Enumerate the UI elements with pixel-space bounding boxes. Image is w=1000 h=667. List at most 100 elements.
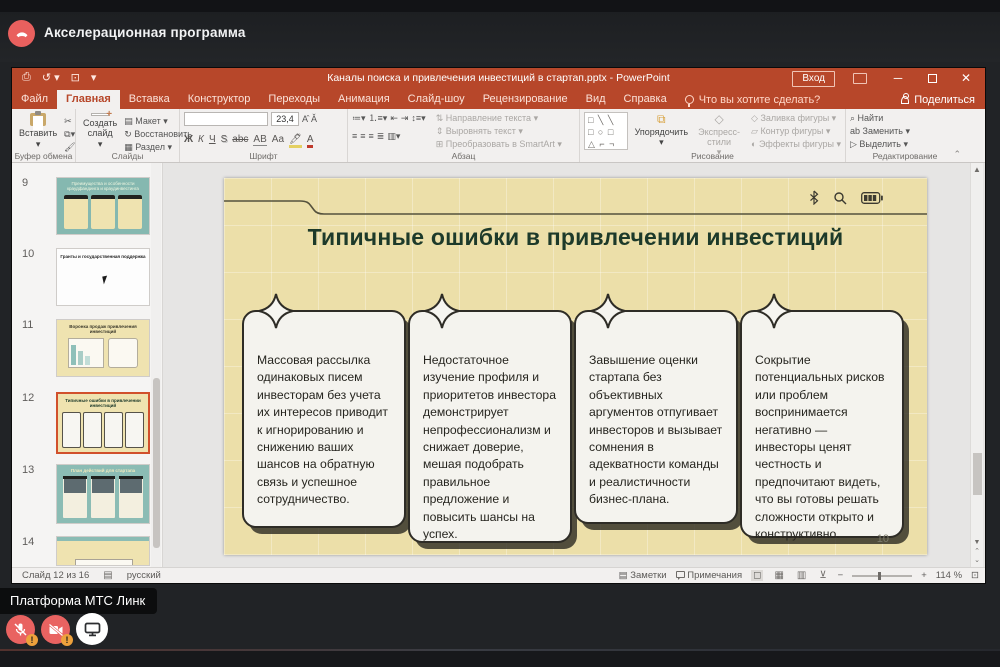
paragraph-group-label: Абзац xyxy=(348,151,579,161)
thumb-number: 10 xyxy=(22,248,34,260)
fit-to-window-icon[interactable]: ⊡ xyxy=(971,570,979,581)
sign-in-button[interactable]: Вход xyxy=(792,71,835,87)
bold-button[interactable]: Ж xyxy=(184,134,193,145)
tab-design[interactable]: Конструктор xyxy=(179,90,260,109)
next-slide-icon[interactable]: ⌄ xyxy=(971,556,983,565)
italic-button[interactable]: К xyxy=(198,134,204,145)
tab-view[interactable]: Вид xyxy=(577,90,615,109)
find-button[interactable]: ⌕ Найти xyxy=(850,112,910,124)
replace-button[interactable]: ab Заменить ▾ xyxy=(850,125,910,137)
scrollbar-thumb[interactable] xyxy=(973,453,982,495)
slide-sorter-view-icon[interactable]: ▦ xyxy=(772,570,785,581)
card-text: Завышение оценки стартапа без объективны… xyxy=(589,353,722,506)
thumbnail-slide-12-selected[interactable]: Типичные ошибки в привлечении инвестиций xyxy=(56,392,150,454)
ribbon-display-options-icon[interactable] xyxy=(853,73,867,84)
microphone-muted-button[interactable]: ! xyxy=(6,615,35,644)
zoom-out-icon[interactable]: − xyxy=(838,570,844,581)
workspace: Типичные ошибки в привлечении инвестиций… xyxy=(163,163,985,567)
change-case-button[interactable]: Аа xyxy=(272,134,284,145)
tab-home[interactable]: Главная xyxy=(57,90,120,109)
camera-off-button[interactable]: ! xyxy=(41,615,70,644)
shape-outline-button[interactable]: ▱ Контур фигуры ▾ xyxy=(751,125,841,137)
font-size-combobox[interactable]: 23,4 xyxy=(271,112,299,126)
shape-fill-button[interactable]: ◇ Заливка фигуры ▾ xyxy=(751,112,841,124)
grow-font-icon[interactable]: А̂ xyxy=(302,113,308,125)
increase-indent-icon[interactable]: ⇥ xyxy=(401,112,409,124)
zoom-slider-thumb[interactable] xyxy=(878,572,881,580)
align-left-icon[interactable]: ≡ xyxy=(352,130,357,142)
powerpoint-window: ⎙ ↺ ▾ ⊡ ▾ Каналы поиска и привлечения ин… xyxy=(12,68,985,583)
collapse-ribbon-icon[interactable]: ⌃ xyxy=(953,149,961,160)
shape-effects-button[interactable]: ◐ Эффекты фигуры ▾ xyxy=(751,138,841,150)
text-shadow-button[interactable]: S xyxy=(221,134,228,145)
arrange-button[interactable]: ⧉ Упорядочить▾ xyxy=(632,112,692,150)
line-spacing-icon[interactable]: ↕≡▾ xyxy=(411,112,425,124)
justify-icon[interactable]: ≣ xyxy=(377,130,385,142)
font-color-button[interactable]: А xyxy=(307,134,314,148)
comments-button[interactable]: Примечания xyxy=(676,570,743,581)
tab-file[interactable]: Файл xyxy=(12,90,57,109)
underline-button[interactable]: Ч xyxy=(209,134,216,145)
top-shade xyxy=(0,0,1000,12)
reading-view-icon[interactable]: ▥ xyxy=(795,570,808,581)
sparkle-icon xyxy=(258,293,294,329)
normal-view-icon[interactable]: ◻ xyxy=(751,570,763,581)
restore-button[interactable] xyxy=(917,68,947,90)
slideshow-view-icon[interactable]: ⊻ xyxy=(817,570,828,581)
scroll-up-icon[interactable]: ▲ xyxy=(971,163,983,177)
zoom-slider[interactable] xyxy=(852,575,912,577)
thumbnail-scrollbar[interactable] xyxy=(151,163,161,567)
thumbnail-slide-11[interactable]: Воронка продаж привлечения инвестиций xyxy=(56,319,150,377)
main-scrollbar[interactable]: ▲ ▼ ⌃ ⌄ xyxy=(970,163,983,567)
thumbnail-slide-14[interactable] xyxy=(56,536,150,566)
share-button[interactable]: Поделиться xyxy=(891,90,985,109)
language-label[interactable]: русский xyxy=(127,570,161,581)
tab-animations[interactable]: Анимация xyxy=(329,90,399,109)
bullets-icon[interactable]: ≔▾ xyxy=(352,112,366,124)
shrink-font-icon[interactable]: А̌ xyxy=(311,113,317,125)
numbering-icon[interactable]: ⒈≡▾ xyxy=(369,112,388,124)
close-button[interactable]: ✕ xyxy=(951,68,981,90)
previous-slide-icon[interactable]: ⌃ xyxy=(971,547,983,556)
strikethrough-button[interactable]: abc xyxy=(232,134,248,145)
align-center-icon[interactable]: ≡ xyxy=(360,130,365,142)
quick-styles-button[interactable]: ◇ Экспресс-стили▾ xyxy=(695,112,743,150)
tab-help[interactable]: Справка xyxy=(615,90,676,109)
align-right-icon[interactable]: ≡ xyxy=(369,130,374,142)
highlight-button[interactable]: 🖊 xyxy=(289,134,302,148)
ribbon: Вставить▾ ✂ ⧉▾ 🖌 Буфер обмена Создать сл… xyxy=(12,109,985,163)
text-direction-button[interactable]: ⇅ Направление текста ▾ xyxy=(436,112,562,124)
hangup-button[interactable] xyxy=(8,20,35,47)
tab-transitions[interactable]: Переходы xyxy=(259,90,329,109)
decrease-indent-icon[interactable]: ⇤ xyxy=(390,112,398,124)
group-paragraph: ≔▾ ⒈≡▾ ⇤ ⇥ ↕≡▾ ≡ ≡ ≡ ≣ ▥▾ ⇅ Направление … xyxy=(348,109,580,162)
smartart-button[interactable]: ⊞ Преобразовать в SmartArt ▾ xyxy=(436,138,562,150)
columns-icon[interactable]: ▥▾ xyxy=(387,130,400,142)
tab-slideshow[interactable]: Слайд-шоу xyxy=(399,90,474,109)
copy-icon[interactable]: ⧉▾ xyxy=(64,128,75,140)
group-clipboard: Вставить▾ ✂ ⧉▾ 🖌 Буфер обмена xyxy=(12,109,76,162)
font-name-combobox[interactable] xyxy=(184,112,268,126)
mic-off-icon xyxy=(13,622,28,637)
spellcheck-icon[interactable]: ▤ xyxy=(103,570,112,581)
paste-button[interactable]: Вставить▾ xyxy=(16,112,60,150)
tab-review[interactable]: Рецензирование xyxy=(474,90,577,109)
slide-canvas[interactable]: Типичные ошибки в привлечении инвестиций… xyxy=(224,178,927,555)
thumbnail-slide-13[interactable]: План действий для стартапа xyxy=(56,464,150,524)
align-text-button[interactable]: ⇕ Выровнять текст ▾ xyxy=(436,125,562,137)
thumbnail-slide-9[interactable]: Преимущества и особенности краудфандинга… xyxy=(56,177,150,235)
thumbnail-slide-10[interactable]: Гранты и государственная поддержка xyxy=(56,248,150,306)
cut-icon[interactable]: ✂ xyxy=(64,115,75,127)
minimize-button[interactable]: ─ xyxy=(883,68,913,90)
zoom-in-icon[interactable]: + xyxy=(921,570,927,581)
select-button[interactable]: ▷ Выделить ▾ xyxy=(850,138,910,150)
new-slide-button[interactable]: Создать слайд▾ xyxy=(80,112,120,150)
notes-button[interactable]: ▤ Заметки xyxy=(619,570,667,581)
shapes-gallery[interactable]: □ ╲ ╲ □ ○ □ △ ⌐ ¬ ⇦ ⇩ ⌂ ☆ ⌒ ∿ { } ☆ xyxy=(584,112,628,150)
char-spacing-button[interactable]: АВ xyxy=(253,134,266,146)
tell-me-box[interactable]: Что вы хотите сделать? xyxy=(676,90,830,109)
tab-insert[interactable]: Вставка xyxy=(120,90,179,109)
screen-share-button[interactable] xyxy=(76,613,108,645)
zoom-level[interactable]: 114 % xyxy=(936,570,962,581)
scroll-down-icon[interactable]: ▼ xyxy=(971,538,983,547)
